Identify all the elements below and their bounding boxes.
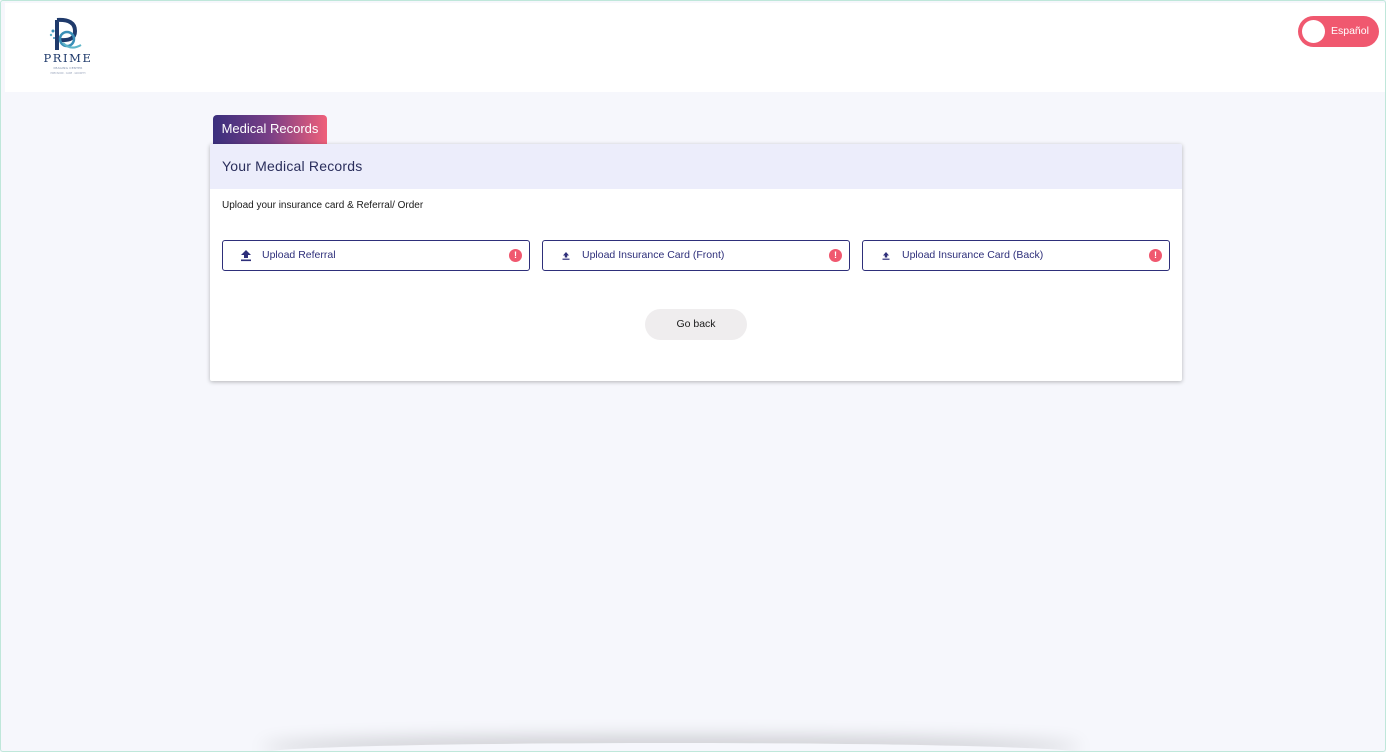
upload-instructions: Upload your insurance card & Referral/ O… xyxy=(222,200,424,211)
upload-icon xyxy=(882,252,890,260)
language-toggle-label: Español xyxy=(1331,25,1369,37)
logo-subtagline: PRECISION · CARE · GROWTH xyxy=(50,72,86,75)
card-title: Your Medical Records xyxy=(222,158,363,174)
card-header: Your Medical Records xyxy=(210,144,1182,189)
upload-referral-button[interactable]: Upload Referral ! xyxy=(222,240,530,271)
prime-logo[interactable]: PRIME IMAGING CENTER PRECISION · CARE · … xyxy=(35,17,101,79)
app-frame: PRIME IMAGING CENTER PRECISION · CARE · … xyxy=(0,0,1386,752)
top-header: PRIME IMAGING CENTER PRECISION · CARE · … xyxy=(5,3,1385,92)
alert-icon: ! xyxy=(1149,249,1162,262)
alert-icon: ! xyxy=(829,249,842,262)
prime-logo-icon xyxy=(49,17,82,50)
upload-referral-label: Upload Referral xyxy=(262,249,336,261)
logo-wordmark: PRIME xyxy=(43,51,93,65)
go-back-button[interactable]: Go back xyxy=(645,309,747,340)
language-toggle[interactable]: Español xyxy=(1298,16,1379,47)
tab-medical-records[interactable]: Medical Records xyxy=(213,115,327,144)
upload-insurance-back-label: Upload Insurance Card (Back) xyxy=(902,249,1044,261)
medical-records-card: Your Medical Records Upload your insuran… xyxy=(210,144,1182,381)
toggle-knob[interactable] xyxy=(1302,20,1325,43)
logo-tagline: IMAGING CENTER xyxy=(53,66,83,70)
bottom-panel-edge xyxy=(261,743,1081,751)
upload-icon xyxy=(562,252,570,260)
upload-insurance-back-button[interactable]: Upload Insurance Card (Back) ! xyxy=(862,240,1170,271)
alert-icon: ! xyxy=(509,249,522,262)
upload-icon xyxy=(241,250,251,262)
upload-insurance-front-button[interactable]: Upload Insurance Card (Front) ! xyxy=(542,240,850,271)
upload-insurance-front-label: Upload Insurance Card (Front) xyxy=(582,249,725,261)
